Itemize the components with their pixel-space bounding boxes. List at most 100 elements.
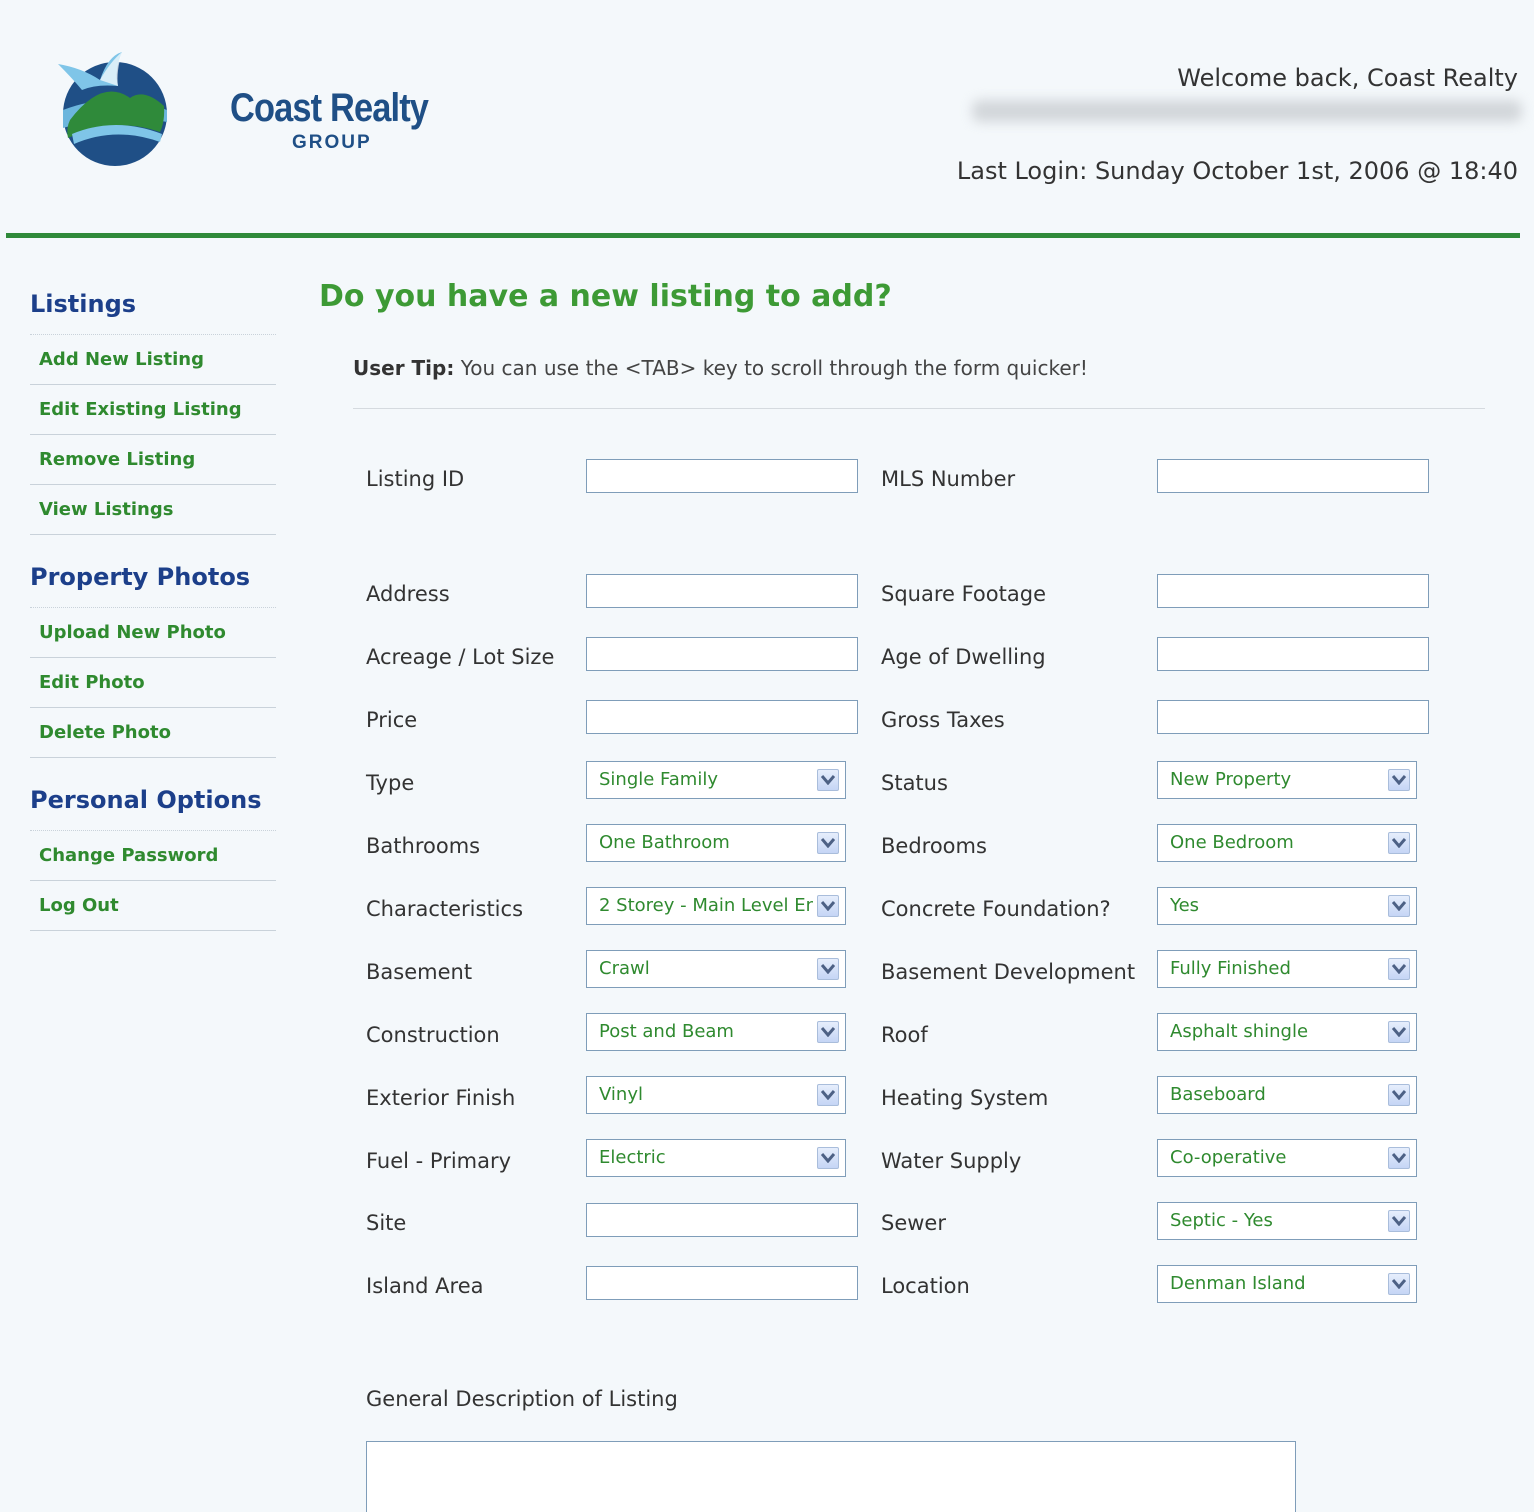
water-supply-select[interactable]: Co-operative: [1157, 1139, 1417, 1177]
concrete-foundation-label: Concrete Foundation?: [881, 897, 1111, 921]
logo-wordmark: Coast Realty: [230, 86, 429, 130]
roof-label: Roof: [881, 1023, 928, 1047]
age-of-dwelling-input[interactable]: [1157, 637, 1429, 671]
square-footage-input[interactable]: [1157, 574, 1429, 608]
square-footage-label: Square Footage: [881, 582, 1046, 606]
status-select-value: New Property: [1170, 769, 1292, 790]
basement-select-value: Crawl: [599, 958, 650, 979]
nav-change-password[interactable]: Change Password: [30, 831, 276, 881]
bathrooms-select[interactable]: One Bathroom: [586, 824, 846, 862]
nav-view-listings[interactable]: View Listings: [30, 485, 276, 535]
user-tip: User Tip: You can use the <TAB> key to s…: [353, 356, 1088, 380]
description-textarea[interactable]: [366, 1441, 1296, 1512]
age-of-dwelling-label: Age of Dwelling: [881, 645, 1046, 669]
listing-id-input[interactable]: [586, 459, 858, 493]
nav-delete-photo[interactable]: Delete Photo: [30, 708, 276, 758]
bathrooms-select-value: One Bathroom: [599, 832, 730, 853]
exterior-finish-label: Exterior Finish: [366, 1086, 516, 1110]
gross-taxes-input[interactable]: [1157, 700, 1429, 734]
nav-section-listings: Listings Add New Listing Edit Existing L…: [30, 290, 276, 535]
chevron-down-icon[interactable]: [1388, 769, 1410, 791]
bedrooms-label: Bedrooms: [881, 834, 987, 858]
user-tip-label: User Tip:: [353, 356, 455, 380]
redacted-email: [972, 100, 1522, 122]
bathrooms-label: Bathrooms: [366, 834, 481, 858]
mls-number-input[interactable]: [1157, 459, 1429, 493]
last-login: Last Login: Sunday October 1st, 2006 @ 1…: [956, 157, 1518, 185]
chevron-down-icon[interactable]: [1388, 958, 1410, 980]
bedrooms-select[interactable]: One Bedroom: [1157, 824, 1417, 862]
island-area-input[interactable]: [586, 1266, 858, 1300]
chevron-down-icon[interactable]: [817, 832, 839, 854]
characteristics-select-value: 2 Storey - Main Level Ent: [599, 895, 813, 916]
construction-select[interactable]: Post and Beam: [586, 1013, 846, 1051]
site-label: Site: [366, 1211, 407, 1235]
type-select[interactable]: Single Family: [586, 761, 846, 799]
fuel-primary-label: Fuel - Primary: [366, 1149, 512, 1173]
bedrooms-select-value: One Bedroom: [1170, 832, 1294, 853]
chevron-down-icon[interactable]: [1388, 895, 1410, 917]
user-tip-text: You can use the <TAB> key to scroll thro…: [454, 356, 1088, 380]
chevron-down-icon[interactable]: [817, 769, 839, 791]
chevron-down-icon[interactable]: [817, 1021, 839, 1043]
nav-section-personal-options: Personal Options Change Password Log Out: [30, 786, 276, 931]
location-select[interactable]: Denman Island: [1157, 1265, 1417, 1303]
characteristics-label: Characteristics: [366, 897, 524, 921]
page: Coast Realty GROUP Welcome back, Coast R…: [0, 0, 1534, 1512]
nav-remove-listing[interactable]: Remove Listing: [30, 435, 276, 485]
chevron-down-icon[interactable]: [817, 1147, 839, 1169]
logo-emblem-icon: [58, 52, 167, 166]
roof-select[interactable]: Asphalt shingle: [1157, 1013, 1417, 1051]
chevron-down-icon[interactable]: [1388, 1021, 1410, 1043]
exterior-finish-select[interactable]: Vinyl: [586, 1076, 846, 1114]
price-input[interactable]: [586, 700, 858, 734]
chevron-down-icon[interactable]: [1388, 1147, 1410, 1169]
water-supply-label: Water Supply: [881, 1149, 1022, 1173]
page-title: Do you have a new listing to add?: [319, 279, 892, 314]
sewer-select[interactable]: Septic - Yes: [1157, 1202, 1417, 1240]
fuel-primary-select-value: Electric: [599, 1147, 666, 1168]
heating-system-select-value: Baseboard: [1170, 1084, 1266, 1105]
roof-select-value: Asphalt shingle: [1170, 1021, 1309, 1042]
welcome-message: Welcome back, Coast Realty: [1177, 64, 1518, 92]
chevron-down-icon[interactable]: [817, 895, 839, 917]
sewer-label: Sewer: [881, 1211, 946, 1235]
heating-system-label: Heating System: [881, 1086, 1049, 1110]
status-select[interactable]: New Property: [1157, 761, 1417, 799]
chevron-down-icon[interactable]: [817, 958, 839, 980]
address-label: Address: [366, 582, 450, 606]
nav-edit-existing-listing[interactable]: Edit Existing Listing: [30, 385, 276, 435]
construction-label: Construction: [366, 1023, 500, 1047]
tip-divider: [353, 408, 1485, 409]
exterior-finish-select-value: Vinyl: [599, 1084, 643, 1105]
basement-development-select-value: Fully Finished: [1170, 958, 1291, 979]
site-input[interactable]: [586, 1203, 858, 1237]
nav-edit-photo[interactable]: Edit Photo: [30, 658, 276, 708]
chevron-down-icon[interactable]: [1388, 1210, 1410, 1232]
acreage-input[interactable]: [586, 637, 858, 671]
type-select-value: Single Family: [599, 769, 718, 790]
basement-label: Basement: [366, 960, 473, 984]
fuel-primary-select[interactable]: Electric: [586, 1139, 846, 1177]
basement-select[interactable]: Crawl: [586, 950, 846, 988]
heating-system-select[interactable]: Baseboard: [1157, 1076, 1417, 1114]
coast-realty-logo[interactable]: Coast Realty GROUP: [52, 50, 429, 175]
chevron-down-icon[interactable]: [1388, 832, 1410, 854]
basement-development-select[interactable]: Fully Finished: [1157, 950, 1417, 988]
sewer-select-value: Septic - Yes: [1170, 1210, 1273, 1231]
address-input[interactable]: [586, 574, 858, 608]
chevron-down-icon[interactable]: [1388, 1084, 1410, 1106]
nav-add-new-listing[interactable]: Add New Listing: [30, 335, 276, 385]
chevron-down-icon[interactable]: [817, 1084, 839, 1106]
island-area-label: Island Area: [366, 1274, 484, 1298]
nav-upload-new-photo[interactable]: Upload New Photo: [30, 608, 276, 658]
header-divider: [6, 233, 1520, 238]
concrete-foundation-select[interactable]: Yes: [1157, 887, 1417, 925]
chevron-down-icon[interactable]: [1388, 1273, 1410, 1295]
acreage-label: Acreage / Lot Size: [366, 645, 555, 669]
water-supply-select-value: Co-operative: [1170, 1147, 1287, 1168]
location-label: Location: [881, 1274, 970, 1298]
characteristics-select[interactable]: 2 Storey - Main Level Ent: [586, 887, 846, 925]
nav-log-out[interactable]: Log Out: [30, 881, 276, 931]
description-label: General Description of Listing: [366, 1387, 678, 1411]
